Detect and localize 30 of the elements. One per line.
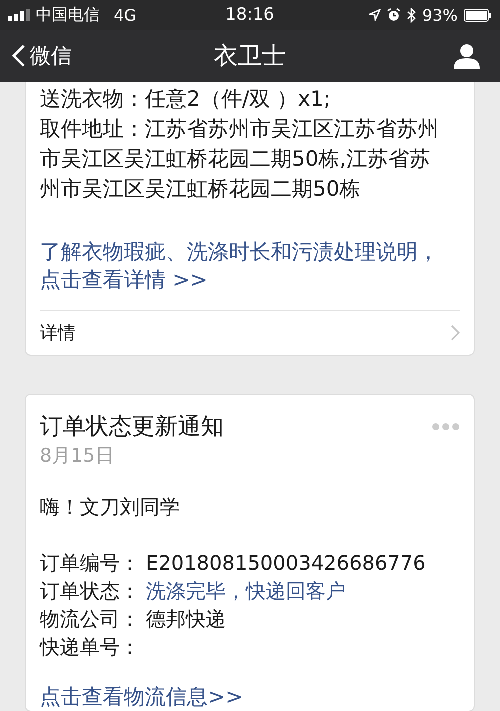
signal-icon <box>8 9 30 21</box>
profile-icon[interactable] <box>454 43 480 69</box>
page-title: 衣卫士 <box>214 41 286 72</box>
alarm-icon <box>387 8 402 22</box>
status-time: 18:16 <box>226 5 274 25</box>
battery-icon <box>464 8 492 22</box>
card-date: 8月15日 <box>40 444 116 469</box>
location-icon <box>369 9 382 21</box>
field-value: 洗涤完毕，快递回客户 <box>146 578 346 605</box>
field-value: 德邦快递 <box>146 606 226 633</box>
field-label: 订单状态： <box>40 578 141 605</box>
back-chevron-icon <box>12 44 26 68</box>
details-link[interactable]: 了解衣物瑕疵、洗涤时长和污渍处理说明，点击查看详情 >> <box>40 238 450 294</box>
field-label: 订单编号： <box>40 550 141 577</box>
card-title: 订单状态更新通知 <box>40 413 224 442</box>
order-detail-text: 送洗衣物：任意2（件/双 ）x1; <box>40 86 332 113</box>
field-label: 快递单号： <box>40 634 141 661</box>
back-button[interactable]: 微信 <box>12 42 72 70</box>
details-row[interactable]: 详情 <box>40 310 460 355</box>
details-label: 详情 <box>40 322 76 345</box>
field-value: E201808150003426686776 <box>146 550 426 577</box>
logistics-link[interactable]: 点击查看物流信息>> <box>40 683 450 711</box>
order-detail-text: 取件地址：江苏省苏州市吴江区江苏省苏州市吴江区吴江虹桥花园二期50栋,江苏省苏州市吴江区吴江虹桥花园二期50栋 <box>40 116 440 203</box>
battery-percent: 93% <box>422 6 458 24</box>
carrier-name: 中国电信 <box>36 4 100 26</box>
network-type: 4G <box>114 6 137 24</box>
greeting-text: 嗨！文刀刘同学 <box>40 494 181 521</box>
field-label: 物流公司： <box>40 606 141 633</box>
chevron-right-icon <box>451 325 460 341</box>
bluetooth-icon <box>407 8 416 22</box>
